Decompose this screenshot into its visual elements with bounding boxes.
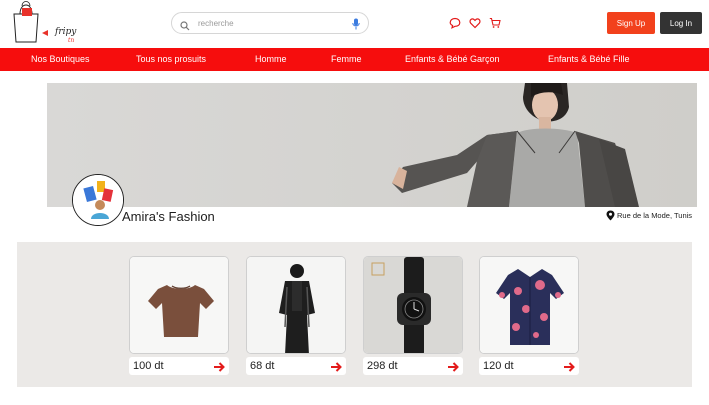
arrow-right-icon[interactable] — [563, 360, 575, 372]
product-price: 68 dt — [250, 360, 275, 372]
product-image[interactable] — [129, 256, 229, 354]
product-image[interactable] — [363, 256, 463, 354]
microphone-icon[interactable] — [352, 17, 360, 30]
product-footer: 100 dt — [129, 357, 229, 375]
header: fripy tn recherche Sign Up Log In — [0, 0, 709, 48]
shop-location: Rue de la Mode, Tunis — [606, 210, 692, 221]
product-grid: 100 dt 68 dt 298 dt 120 dt — [17, 242, 692, 387]
product-image[interactable] — [479, 256, 579, 354]
shop-banner — [47, 83, 697, 207]
nav-item-boutiques[interactable]: Nos Boutiques — [31, 48, 90, 71]
product-price: 120 dt — [483, 360, 514, 372]
product-card[interactable]: 298 dt — [363, 256, 463, 375]
product-image[interactable] — [246, 256, 346, 354]
nav-item-enfants-garcon[interactable]: Enfants & Bébé Garçon — [405, 48, 500, 71]
product-card[interactable]: 100 dt — [129, 256, 229, 375]
header-icons — [449, 16, 501, 29]
svg-text:fripy: fripy — [54, 27, 77, 37]
cart-icon[interactable] — [489, 16, 501, 28]
product-card[interactable]: 68 dt — [246, 256, 346, 375]
product-price: 100 dt — [133, 360, 164, 372]
product-footer: 68 dt — [246, 357, 346, 375]
arrow-right-icon[interactable] — [213, 360, 225, 372]
arrow-right-icon[interactable] — [330, 360, 342, 372]
heart-icon[interactable] — [469, 16, 481, 29]
arrow-right-icon[interactable] — [447, 360, 459, 372]
product-card[interactable]: 120 dt — [479, 256, 579, 375]
shop-avatar[interactable] — [72, 174, 124, 226]
shop-location-text: Rue de la Mode, Tunis — [617, 211, 693, 220]
nav-item-enfants-fille[interactable]: Enfants & Bébé Fille — [548, 48, 630, 71]
product-footer: 298 dt — [363, 357, 463, 375]
product-price: 298 dt — [367, 360, 398, 372]
product-footer: 120 dt — [479, 357, 579, 375]
search-bar[interactable]: recherche — [171, 12, 369, 34]
search-icon — [180, 18, 190, 31]
log-in-button[interactable]: Log In — [660, 12, 702, 34]
page: fripy tn recherche Sign Up Log In Nos Bo… — [0, 0, 709, 405]
shop-name: Amira's Fashion — [122, 209, 215, 224]
svg-text:tn: tn — [68, 37, 74, 44]
sign-up-button[interactable]: Sign Up — [607, 12, 655, 34]
nav-item-femme[interactable]: Femme — [331, 48, 362, 71]
search-input[interactable]: recherche — [198, 19, 352, 28]
fripy-logo[interactable]: fripy tn — [8, 0, 88, 46]
nav-item-all-products[interactable]: Tous nos prosuits — [136, 48, 206, 71]
main-navigation: Nos Boutiques Tous nos prosuits Homme Fe… — [0, 48, 709, 71]
nav-item-homme[interactable]: Homme — [255, 48, 287, 71]
map-pin-icon — [606, 210, 615, 221]
chat-icon[interactable] — [449, 16, 461, 29]
